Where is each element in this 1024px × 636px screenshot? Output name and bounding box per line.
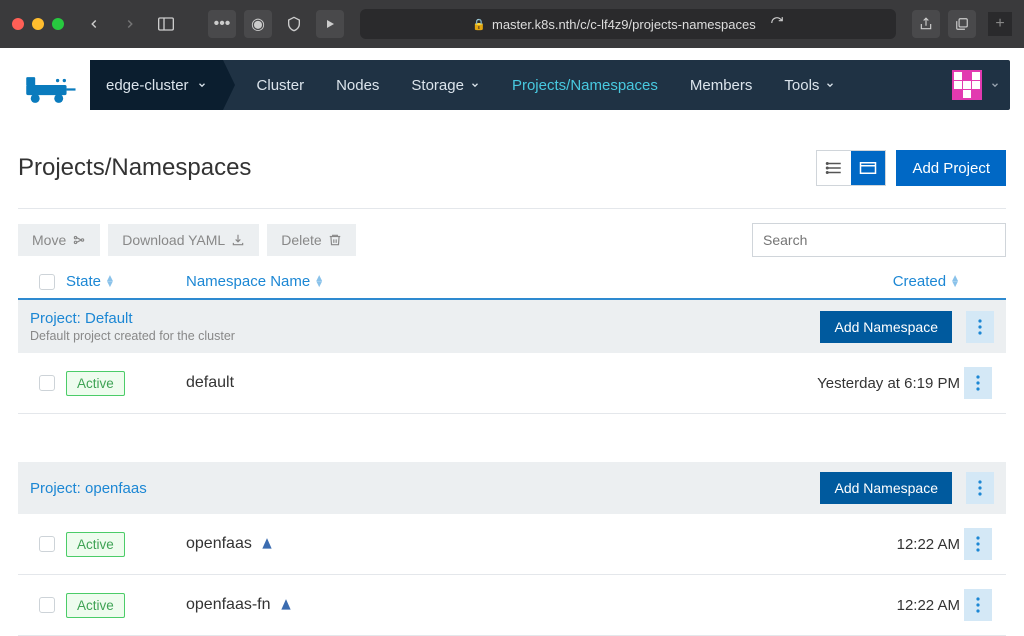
project-menu-button[interactable] [966, 472, 994, 504]
add-namespace-button[interactable]: Add Namespace [820, 472, 952, 504]
download-icon [231, 233, 245, 247]
minimize-window-button[interactable] [32, 18, 44, 30]
page-header: Projects/Namespaces Add Project [18, 150, 1006, 186]
created-time: 12:22 AM [770, 536, 960, 553]
namespace-name[interactable]: openfaas-fn [186, 596, 770, 614]
nav-members[interactable]: Members [674, 60, 769, 110]
select-all-checkbox[interactable] [39, 274, 55, 290]
url-text: master.k8s.nth/c/c-lf4z9/projects-namesp… [492, 17, 756, 32]
lock-icon: 🔒 [472, 18, 486, 31]
nav-storage[interactable]: Storage [395, 60, 496, 110]
sort-icon: ▲▼ [105, 276, 115, 288]
shield-icon[interactable] [280, 10, 308, 38]
kebab-icon [976, 597, 980, 613]
tabs-icon[interactable] [948, 10, 976, 38]
rancher-logo-icon [24, 67, 80, 103]
add-project-button[interactable]: Add Project [896, 150, 1006, 186]
project-section-openfaas: Project: openfaas Add Namespace Active o… [18, 462, 1006, 636]
main-content: Projects/Namespaces Add Project Move Dow… [0, 110, 1024, 636]
column-created[interactable]: Created ▲▼ [770, 273, 960, 290]
share-icon[interactable] [912, 10, 940, 38]
column-state[interactable]: State ▲▼ [66, 273, 186, 290]
row-checkbox[interactable] [39, 375, 55, 391]
cluster-selector[interactable]: edge-cluster [90, 60, 223, 110]
namespace-name[interactable]: default [186, 374, 770, 392]
view-toggle [816, 150, 886, 186]
state-badge: Active [66, 532, 125, 557]
project-title[interactable]: Project: Default [30, 310, 820, 327]
delete-button[interactable]: Delete [267, 224, 355, 256]
header-actions: Add Project [816, 150, 1006, 186]
download-yaml-button[interactable]: Download YAML [108, 224, 259, 256]
created-time: Yesterday at 6:19 PM [770, 375, 960, 392]
kebab-icon [978, 480, 982, 496]
project-description: Default project created for the cluster [30, 329, 820, 343]
column-headers: State ▲▼ Namespace Name ▲▼ Created ▲▼ [18, 265, 1006, 300]
chevron-down-icon [825, 80, 835, 90]
window-controls [12, 18, 64, 30]
namespace-name[interactable]: openfaas [186, 535, 770, 553]
play-icon[interactable] [316, 10, 344, 38]
helm-icon [279, 598, 293, 612]
move-icon [72, 233, 86, 247]
kebab-icon [976, 375, 980, 391]
project-menu-button[interactable] [966, 311, 994, 343]
state-badge: Active [66, 371, 125, 396]
project-section-default: Project: Default Default project created… [18, 300, 1006, 414]
kebab-icon [976, 536, 980, 552]
action-toolbar: Move Download YAML Delete [18, 208, 1006, 257]
nav-nodes[interactable]: Nodes [320, 60, 395, 110]
add-namespace-button[interactable]: Add Namespace [820, 311, 952, 343]
sidebar-toggle-icon[interactable] [152, 10, 180, 38]
avatar-icon [952, 70, 982, 100]
project-header: Project: Default Default project created… [18, 300, 1006, 353]
nav-forward-button[interactable] [116, 10, 144, 38]
nav-projects-namespaces[interactable]: Projects/Namespaces [496, 60, 674, 110]
row-menu-button[interactable] [964, 589, 992, 621]
browser-chrome: ••• ◉ 🔒 master.k8s.nth/c/c-lf4z9/project… [0, 0, 1024, 48]
row-menu-button[interactable] [964, 367, 992, 399]
logo-area[interactable] [14, 60, 90, 110]
top-nav: edge-cluster Cluster Nodes Storage Proje… [14, 60, 1010, 110]
new-tab-button[interactable]: + [988, 12, 1012, 36]
more-icon[interactable]: ••• [208, 10, 236, 38]
namespace-row: Active default Yesterday at 6:19 PM [18, 353, 1006, 414]
state-badge: Active [66, 593, 125, 618]
created-time: 12:22 AM [770, 597, 960, 614]
user-menu[interactable] [942, 60, 1010, 110]
group-view-button[interactable] [851, 151, 885, 185]
chevron-down-icon [990, 80, 1000, 90]
nav-cluster[interactable]: Cluster [241, 60, 321, 110]
list-view-button[interactable] [817, 151, 851, 185]
namespace-row: Active openfaas 12:22 AM [18, 514, 1006, 575]
kebab-icon [978, 319, 982, 335]
extension-icon[interactable]: ◉ [244, 10, 272, 38]
chevron-down-icon [197, 80, 207, 90]
project-title[interactable]: Project: openfaas [30, 480, 820, 497]
close-window-button[interactable] [12, 18, 24, 30]
trash-icon [328, 233, 342, 247]
reload-icon[interactable] [770, 16, 784, 33]
sort-icon: ▲▼ [314, 276, 324, 288]
nav-tools[interactable]: Tools [768, 60, 851, 110]
helm-icon [260, 537, 274, 551]
nav-back-button[interactable] [80, 10, 108, 38]
sort-icon: ▲▼ [950, 276, 960, 288]
row-checkbox[interactable] [39, 597, 55, 613]
move-button[interactable]: Move [18, 224, 100, 256]
row-menu-button[interactable] [964, 528, 992, 560]
chevron-down-icon [470, 80, 480, 90]
project-header: Project: openfaas Add Namespace [18, 462, 1006, 514]
cluster-name: edge-cluster [106, 77, 189, 94]
namespace-row: Active openfaas-fn 12:22 AM [18, 575, 1006, 636]
maximize-window-button[interactable] [52, 18, 64, 30]
page-title: Projects/Namespaces [18, 154, 251, 182]
search-input[interactable] [752, 223, 1006, 257]
column-name[interactable]: Namespace Name ▲▼ [186, 273, 770, 290]
address-bar[interactable]: 🔒 master.k8s.nth/c/c-lf4z9/projects-name… [360, 9, 896, 39]
nav-main: edge-cluster Cluster Nodes Storage Proje… [90, 60, 1010, 110]
row-checkbox[interactable] [39, 536, 55, 552]
